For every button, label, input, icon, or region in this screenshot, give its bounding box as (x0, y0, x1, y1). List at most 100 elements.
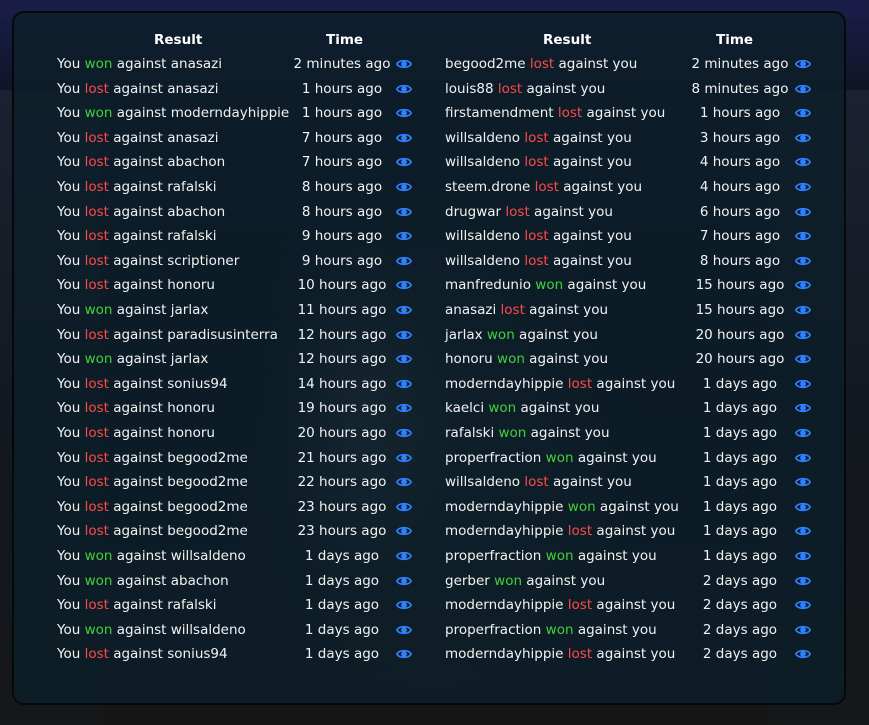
eye-icon[interactable] (395, 351, 413, 367)
battle-time: 2 days ago (702, 646, 778, 663)
battle-time: 1 days ago (702, 498, 778, 515)
eye-icon[interactable] (794, 277, 812, 293)
battle-result: moderndayhippie lost against you (445, 644, 675, 664)
eye-icon[interactable] (794, 154, 812, 170)
result-player-text: moderndayhippie (445, 498, 568, 515)
battle-result: willsaldeno lost against you (445, 152, 632, 172)
battle-time: 1 days ago (304, 646, 380, 663)
eye-icon[interactable] (794, 56, 812, 72)
eye-icon[interactable] (395, 327, 413, 343)
result-outcome: lost (534, 179, 559, 195)
eye-icon[interactable] (395, 376, 413, 392)
battle-time: 12 hours ago (297, 326, 387, 343)
result-opponent-text: against jarlax (112, 302, 209, 318)
eye-icon[interactable] (395, 81, 413, 97)
result-opponent-text: against anasazi (108, 129, 219, 146)
eye-icon[interactable] (395, 179, 413, 195)
result-outcome: lost (84, 646, 109, 663)
eye-icon[interactable] (794, 646, 812, 662)
battle-result: You lost against begood2me (57, 497, 248, 517)
battle-time: 1 days ago (702, 474, 778, 491)
eye-icon[interactable] (395, 573, 413, 589)
result-opponent-text: against abachon (112, 572, 229, 589)
eye-icon[interactable] (395, 499, 413, 515)
eye-icon[interactable] (794, 474, 812, 490)
eye-icon[interactable] (794, 523, 812, 539)
result-outcome: lost (500, 302, 525, 318)
result-player-text: manfredunio (445, 277, 536, 294)
eye-icon[interactable] (395, 425, 413, 441)
eye-icon[interactable] (794, 499, 812, 515)
battle-result: properfraction won against you (445, 448, 657, 468)
eye-icon[interactable] (794, 400, 812, 416)
battle-time: 1 days ago (304, 597, 380, 614)
battle-time: 8 hours ago (301, 203, 383, 220)
result-player-text: moderndayhippie (445, 597, 568, 614)
eye-icon[interactable] (395, 523, 413, 539)
result-player-text: begood2me (445, 56, 530, 72)
eye-icon[interactable] (395, 548, 413, 564)
result-opponent-text: against you (548, 129, 632, 146)
result-outcome: lost (84, 425, 109, 441)
eye-icon[interactable] (395, 277, 413, 293)
result-player-text: You (57, 400, 85, 417)
eye-icon[interactable] (395, 130, 413, 146)
eye-icon[interactable] (395, 253, 413, 269)
battle-time: 1 days ago (702, 425, 778, 441)
result-opponent-text: against you (514, 326, 598, 343)
result-opponent-text: against you (524, 302, 609, 318)
result-outcome: lost (84, 252, 109, 269)
battle-time: 8 hours ago (699, 252, 781, 269)
eye-icon[interactable] (395, 474, 413, 490)
eye-icon[interactable] (395, 450, 413, 466)
eye-icon[interactable] (794, 351, 812, 367)
eye-icon[interactable] (794, 327, 812, 343)
battle-result: willsaldeno lost against you (445, 128, 632, 148)
result-outcome: lost (84, 228, 109, 245)
result-opponent-text: against you (526, 425, 610, 441)
eye-icon[interactable] (794, 130, 812, 146)
battle-result: You lost against rafalski (57, 595, 216, 615)
eye-icon[interactable] (794, 548, 812, 564)
battle-time: 7 hours ago (301, 154, 383, 171)
battle-time: 23 hours ago (297, 498, 387, 515)
result-opponent-text: against you (524, 351, 609, 368)
battle-result: You won against moderndayhippie (57, 103, 289, 123)
result-player-text: willsaldeno (445, 129, 525, 146)
eye-icon[interactable] (794, 450, 812, 466)
eye-icon[interactable] (794, 573, 812, 589)
eye-icon[interactable] (395, 154, 413, 170)
eye-icon[interactable] (395, 302, 413, 318)
eye-icon[interactable] (395, 597, 413, 613)
eye-icon[interactable] (794, 81, 812, 97)
eye-icon[interactable] (395, 204, 413, 220)
eye-icon[interactable] (395, 400, 413, 416)
eye-icon[interactable] (794, 105, 812, 121)
eye-icon[interactable] (794, 597, 812, 613)
eye-icon[interactable] (794, 253, 812, 269)
eye-icon[interactable] (794, 302, 812, 318)
eye-icon[interactable] (395, 228, 413, 244)
eye-icon[interactable] (794, 179, 812, 195)
result-opponent-text: against begood2me (108, 449, 248, 466)
battle-result: willsaldeno lost against you (445, 226, 632, 246)
eye-icon[interactable] (794, 204, 812, 220)
eye-icon[interactable] (794, 425, 812, 441)
result-outcome: won (486, 326, 515, 343)
battle-result: You lost against anasazi (57, 128, 218, 148)
battle-result: moderndayhippie lost against you (445, 521, 675, 541)
result-player-text: willsaldeno (445, 228, 525, 245)
eye-icon[interactable] (395, 622, 413, 638)
eye-icon[interactable] (794, 376, 812, 392)
eye-icon[interactable] (395, 56, 413, 72)
eye-icon[interactable] (395, 105, 413, 121)
result-outcome: won (545, 548, 574, 564)
eye-icon[interactable] (395, 646, 413, 662)
battle-time: 15 hours ago (695, 302, 785, 318)
battle-result: gerber won against you (445, 571, 605, 591)
eye-icon[interactable] (794, 622, 812, 638)
battle-result: honoru won against you (445, 349, 608, 369)
eye-icon[interactable] (794, 228, 812, 244)
result-outcome: lost (84, 400, 109, 417)
result-player-text: You (57, 351, 85, 368)
